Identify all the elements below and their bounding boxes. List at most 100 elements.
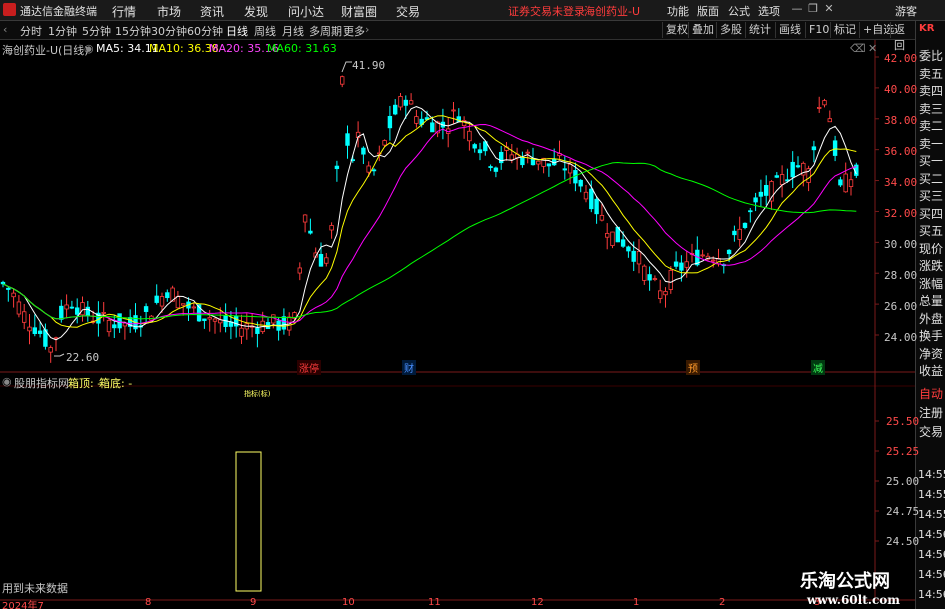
pane-close-icon[interactable]: ✕ [868, 42, 877, 55]
more-arrow-icon[interactable]: › [365, 23, 369, 36]
pane-settings-icon[interactable]: ⌫ [850, 42, 866, 55]
side-field-8: 买三 [919, 189, 944, 203]
candle-up [191, 306, 196, 309]
scroll-left-icon[interactable]: ‹ [3, 23, 7, 36]
watermark-title: 乐淘公式网 [800, 571, 890, 592]
tick-time: 14:56 [918, 588, 945, 601]
candle-up [663, 291, 668, 296]
low-annotation: 22.60 [66, 351, 100, 364]
candle-down [477, 149, 483, 154]
candle-up [467, 130, 472, 142]
indicator-tick-label: 24.75 [886, 505, 920, 518]
overlay-button[interactable]: 叠加 [688, 22, 717, 38]
candle-down [345, 133, 350, 146]
indicator-mini-label: 指标(标) [244, 390, 271, 398]
tab-5min[interactable]: 5分钟 [82, 23, 111, 39]
candle-down [748, 210, 753, 213]
candle-up [451, 109, 456, 112]
candle-up [509, 154, 514, 160]
candle-up [414, 116, 419, 124]
candle-down [334, 165, 340, 170]
close-icon[interactable]: ✕ [822, 2, 836, 16]
tab-monthly[interactable]: 月线 [282, 23, 304, 39]
candle-down [626, 246, 631, 252]
menu-discover[interactable]: 发现 [244, 3, 268, 20]
candle-down [281, 316, 287, 330]
side-field-14: 总量 [919, 294, 944, 308]
menu-formula[interactable]: 公式 [728, 3, 750, 19]
menu-function[interactable]: 功能 [667, 3, 689, 19]
indicator-tick-label: 25.25 [886, 445, 920, 458]
tab-more[interactable]: 更多 [343, 23, 365, 39]
candle-up [398, 96, 403, 108]
stats-button[interactable]: 统计 [745, 22, 774, 38]
limit-up-marker[interactable]: 涨停 [297, 360, 321, 375]
menu-options[interactable]: 选项 [758, 3, 780, 19]
reduce-marker[interactable]: 减 [811, 360, 825, 375]
restore-rights-button[interactable]: 复权 [662, 22, 691, 38]
menu-news[interactable]: 资讯 [200, 3, 224, 20]
candlestick-chart[interactable] [0, 40, 915, 609]
multi-stock-button[interactable]: 多股 [716, 22, 745, 38]
menu-quotes[interactable]: 行情 [112, 3, 136, 20]
tab-intraday[interactable]: 分时 [20, 23, 42, 39]
candle-down [726, 249, 732, 255]
candle-up [567, 163, 573, 174]
candle-down [403, 99, 408, 106]
login-alert[interactable]: 证券交易未登录 [508, 3, 585, 19]
mark-button[interactable]: 标记 [830, 22, 859, 38]
side-register[interactable]: 注册 [919, 404, 943, 421]
menu-trade[interactable]: 交易 [396, 3, 420, 20]
candle-up [817, 107, 822, 109]
chart-area[interactable]: 海创药业-U(日线) ◉ MA5: 34.11 MA10: 36.38 MA20… [0, 40, 919, 609]
tab-15min[interactable]: 15分钟 [115, 23, 151, 39]
legend-gear-icon[interactable]: ◉ [84, 42, 94, 55]
menu-layout[interactable]: 版面 [697, 3, 719, 19]
candle-up [642, 265, 647, 281]
candle-down [774, 175, 779, 178]
candle-down [838, 179, 843, 186]
forecast-marker[interactable]: 预 [686, 360, 700, 375]
candle-up [652, 278, 658, 280]
tick-time: 14:55 [918, 508, 945, 521]
menu-community[interactable]: 财富圈 [341, 3, 377, 20]
candle-up [80, 302, 85, 316]
f10-button[interactable]: F10 [805, 22, 832, 38]
price-tick-label: 24.00 [884, 331, 918, 344]
candle-down [472, 144, 477, 149]
price-tick-label: 30.00 [884, 238, 918, 251]
candle-up [159, 296, 165, 307]
tab-multi-period[interactable]: 多周期 [309, 23, 342, 39]
maximize-icon[interactable]: ❐ [806, 2, 820, 16]
candle-up [297, 267, 302, 274]
tab-weekly[interactable]: 周线 [254, 23, 276, 39]
finance-marker[interactable]: 财 [402, 360, 416, 375]
indicator-gear-icon[interactable]: ◉ [2, 375, 12, 388]
price-tick-label: 38.00 [884, 114, 918, 127]
candle-down [493, 167, 499, 172]
candle-up [599, 215, 605, 221]
tab-60min[interactable]: 60分钟 [187, 23, 223, 39]
candle-up [324, 257, 329, 264]
candle-down [165, 292, 170, 299]
tab-1min[interactable]: 1分钟 [48, 23, 77, 39]
minimize-icon[interactable]: — [790, 2, 804, 16]
candle-down [117, 313, 122, 329]
draw-line-button[interactable]: 画线 [775, 22, 804, 38]
back-button[interactable]: 返回 [890, 22, 915, 52]
candle-up [843, 173, 848, 193]
candle-down [562, 168, 567, 171]
date-tick-label: 8 [145, 597, 152, 608]
side-field-12: 涨跌 [919, 259, 944, 273]
tab-30min[interactable]: 30分钟 [151, 23, 187, 39]
menu-assistant[interactable]: 问小达 [288, 3, 324, 20]
side-auto[interactable]: 自动 [919, 385, 943, 402]
date-tick-label: 10 [342, 597, 355, 608]
user-label[interactable]: 游客 [895, 3, 917, 19]
candle-up [27, 326, 32, 332]
candle-up [271, 314, 276, 324]
price-tick-label: 36.00 [884, 145, 918, 158]
menu-market[interactable]: 市场 [157, 3, 181, 20]
tab-daily[interactable]: 日线 [226, 23, 248, 39]
side-trade[interactable]: 交易 [919, 423, 943, 440]
